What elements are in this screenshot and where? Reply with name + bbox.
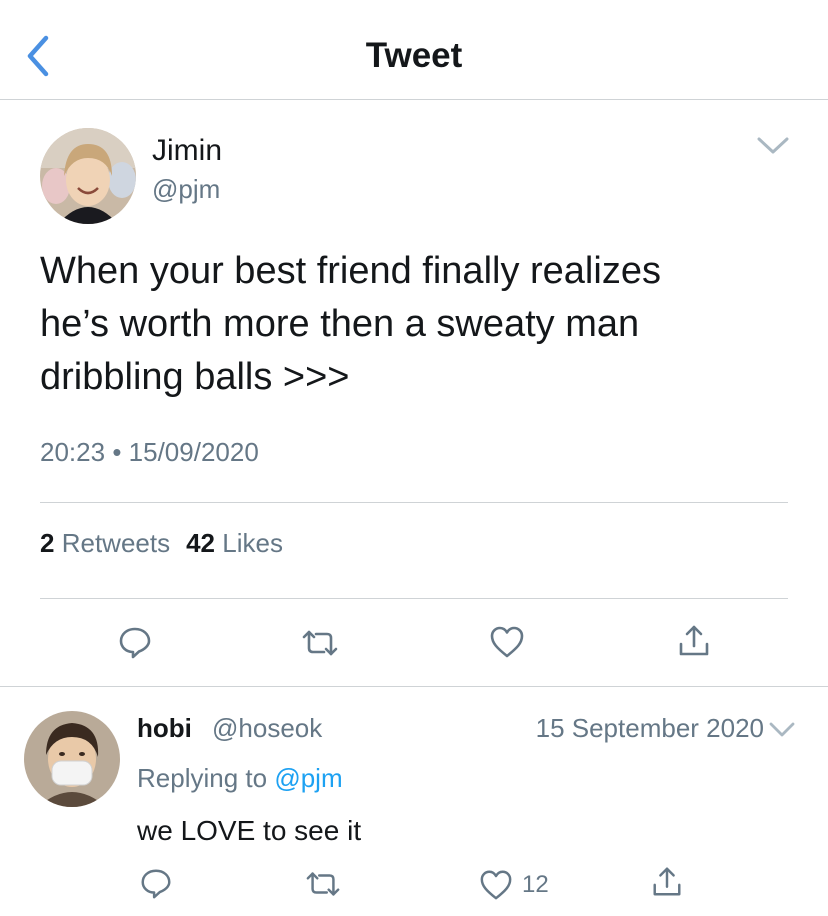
heart-icon: [490, 626, 524, 658]
tweet-text-line: he’s worth more then a sweaty man: [40, 303, 640, 345]
share-icon: [679, 625, 709, 656]
chevron-down-icon: [769, 722, 795, 737]
replying-to-handle[interactable]: @pjm: [274, 763, 342, 793]
reply-like-button[interactable]: [478, 868, 514, 902]
share-icon: [653, 867, 681, 896]
retweets-stat[interactable]: 2 Retweets: [40, 528, 170, 558]
reply-author-avatar[interactable]: [24, 711, 120, 807]
tweet-options-button[interactable]: [756, 132, 790, 160]
tweet-time: 20:23: [40, 437, 106, 467]
retweet-button[interactable]: [300, 624, 340, 662]
divider: [0, 686, 828, 687]
retweet-label: Retweets: [61, 528, 171, 558]
reply-reply-button[interactable]: [138, 866, 174, 902]
reply-button[interactable]: [116, 624, 154, 662]
avatar-image: [40, 128, 136, 224]
replying-to: Replying to @pjm: [137, 763, 343, 794]
tweet-text: When your best friend finally realizes h…: [40, 245, 800, 404]
reply-retweet-button[interactable]: [304, 866, 342, 902]
author-avatar[interactable]: [40, 128, 136, 224]
reply-icon: [119, 627, 151, 659]
reply-icon: [141, 869, 171, 899]
reply-share-button[interactable]: [650, 864, 684, 900]
tweet-date: 15/09/2020: [128, 437, 259, 467]
engagement-stats: 2 Retweets 42 Likes: [40, 528, 283, 559]
reply-options-button[interactable]: [768, 718, 796, 742]
chevron-down-icon: [757, 137, 789, 154]
divider: [40, 502, 788, 503]
reply-text: we LOVE to see it: [137, 815, 362, 846]
replying-to-label: Replying to: [137, 763, 268, 793]
reply-author-name[interactable]: hobi: [137, 713, 192, 744]
like-button[interactable]: [488, 624, 526, 660]
reply-date: 15 September 2020: [535, 713, 764, 743]
retweet-count: 2: [40, 528, 55, 558]
like-count: 42: [186, 528, 216, 558]
like-label: Likes: [222, 528, 283, 558]
page-title: Tweet: [365, 36, 463, 75]
divider: [40, 598, 788, 599]
heart-icon: [480, 870, 512, 900]
author-handle[interactable]: @pjm: [152, 174, 220, 205]
timestamp-separator: •: [112, 437, 122, 467]
avatar-image: [24, 711, 120, 807]
tweet-timestamp: 20:23 • 15/09/2020: [40, 437, 259, 468]
top-nav-bar: Tweet: [0, 0, 828, 100]
reply-author-handle[interactable]: @hoseok: [212, 713, 322, 744]
retweet-icon: [306, 872, 340, 896]
share-button[interactable]: [676, 622, 712, 660]
likes-stat[interactable]: 42 Likes: [186, 528, 283, 558]
retweet-icon: [302, 630, 338, 656]
author-name[interactable]: Jimin: [152, 134, 222, 168]
tweet-text-line: dribbling balls >>>: [40, 356, 350, 398]
tweet-text-line: When your best friend finally realizes: [40, 250, 661, 292]
reply-like-count: 12: [522, 871, 549, 898]
